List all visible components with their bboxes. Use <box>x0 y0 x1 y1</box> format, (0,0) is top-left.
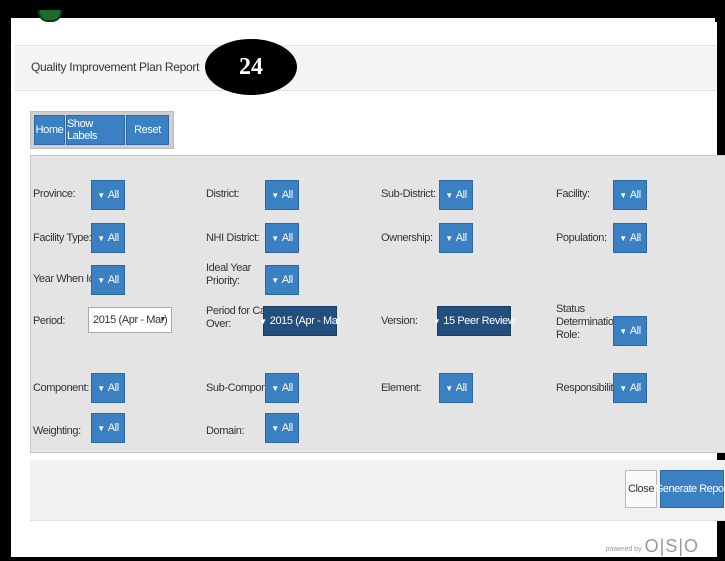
funnel-icon: ▼ <box>619 326 627 336</box>
component-label: Component: <box>33 382 89 394</box>
filter-panel: Province: ▼ All District: ▼ All Sub-Distri… <box>30 155 725 453</box>
funnel-icon: ▼ <box>432 316 441 326</box>
toolbar: Home Show Labels Reset <box>30 111 174 149</box>
sub-district-label: Sub-District: <box>381 188 436 200</box>
period-select[interactable]: 2015 (Apr - Mar) ▼ <box>88 307 172 333</box>
funnel-icon: ▼ <box>259 316 267 326</box>
funnel-icon: ▼ <box>97 383 105 393</box>
population-filter-button[interactable]: ▼ All <box>613 223 647 253</box>
facility-filter-button[interactable]: ▼ All <box>613 180 647 210</box>
responsibility-label: Responsibility: <box>556 382 621 394</box>
responsibility-filter-button[interactable]: ▼ All <box>613 373 647 403</box>
funnel-icon: ▼ <box>97 275 105 285</box>
title-bar: Quality Improvement Plan Report <box>15 45 717 91</box>
funnel-icon: ▼ <box>97 423 105 433</box>
population-label: Population: <box>556 232 607 244</box>
period-label: Period: <box>33 315 66 327</box>
frame-left <box>0 0 11 561</box>
ideal-year-priority-label: Ideal Year Priority: <box>206 262 251 287</box>
sub-district-filter-button[interactable]: ▼ All <box>439 180 473 210</box>
ideal-year-priority-filter-button[interactable]: ▼ All <box>265 265 299 295</box>
ownership-label: Ownership: <box>381 232 433 244</box>
reset-button[interactable]: Reset <box>126 115 169 145</box>
element-filter-button[interactable]: ▼ All <box>439 373 473 403</box>
frame-bottom <box>0 557 725 561</box>
district-label: District: <box>206 188 240 200</box>
report-dialog: Quality Improvement Plan Report 24 Home … <box>15 22 725 557</box>
nhi-district-filter-button[interactable]: ▼ All <box>265 223 299 253</box>
home-button[interactable]: Home <box>34 115 65 145</box>
funnel-icon: ▼ <box>619 190 627 200</box>
funnel-icon: ▼ <box>445 383 453 393</box>
funnel-icon: ▼ <box>445 190 453 200</box>
weighting-label: Weighting: <box>33 425 81 437</box>
dialog-footer: Close Generate Report <box>30 460 725 521</box>
ownership-filter-button[interactable]: ▼ All <box>439 223 473 253</box>
page-title: Quality Improvement Plan Report <box>31 60 200 74</box>
funnel-icon: ▼ <box>271 383 279 393</box>
version-label: Version: <box>381 315 418 327</box>
domain-label: Domain: <box>206 425 245 437</box>
year-when-ideal-filter-button[interactable]: ▼ All <box>91 265 125 295</box>
facility-type-filter-button[interactable]: ▼ All <box>91 223 125 253</box>
funnel-icon: ▼ <box>97 233 105 243</box>
facility-label: Facility: <box>556 188 590 200</box>
province-label: Province: <box>33 188 76 200</box>
element-label: Element: <box>381 382 422 394</box>
step-number-badge: 24 <box>205 39 297 95</box>
version-filter-button[interactable]: ▼ 15 Peer Review <box>433 306 516 336</box>
frame-top <box>0 0 725 18</box>
funnel-icon: ▼ <box>97 190 105 200</box>
province-filter-button[interactable]: ▼ All <box>91 180 125 210</box>
status-determination-role-label: Status Determination Role: <box>556 303 620 341</box>
powered-by-text: powered by <box>605 546 642 553</box>
weighting-filter-button[interactable]: ▼ All <box>91 413 125 443</box>
funnel-icon: ▼ <box>271 423 279 433</box>
chevron-down-icon: ▼ <box>159 316 166 323</box>
powered-by: powered by O|S|O <box>605 536 699 557</box>
sub-component-filter-button[interactable]: ▼ All <box>265 373 299 403</box>
funnel-icon: ▼ <box>619 233 627 243</box>
component-filter-button[interactable]: ▼ All <box>91 373 125 403</box>
generate-report-button[interactable]: Generate Report <box>655 470 725 508</box>
funnel-icon: ▼ <box>445 233 453 243</box>
domain-filter-button[interactable]: ▼ All <box>265 413 299 443</box>
nhi-district-label: NHI District: <box>206 232 260 244</box>
funnel-icon: ▼ <box>271 233 279 243</box>
district-filter-button[interactable]: ▼ All <box>265 180 299 210</box>
facility-type-label: Facility Type: <box>33 232 92 244</box>
close-button[interactable]: Close <box>625 470 657 508</box>
funnel-icon: ▼ <box>619 383 627 393</box>
app-logo <box>38 10 62 22</box>
show-labels-button[interactable]: Show Labels <box>66 115 125 145</box>
period-carried-over-filter-button[interactable]: ▼ 2015 (Apr - Mar <box>259 306 341 336</box>
funnel-icon: ▼ <box>271 275 279 285</box>
status-determination-role-filter-button[interactable]: ▼ All <box>613 316 647 346</box>
funnel-icon: ▼ <box>271 190 279 200</box>
brand-logo: O|S|O <box>644 536 699 556</box>
